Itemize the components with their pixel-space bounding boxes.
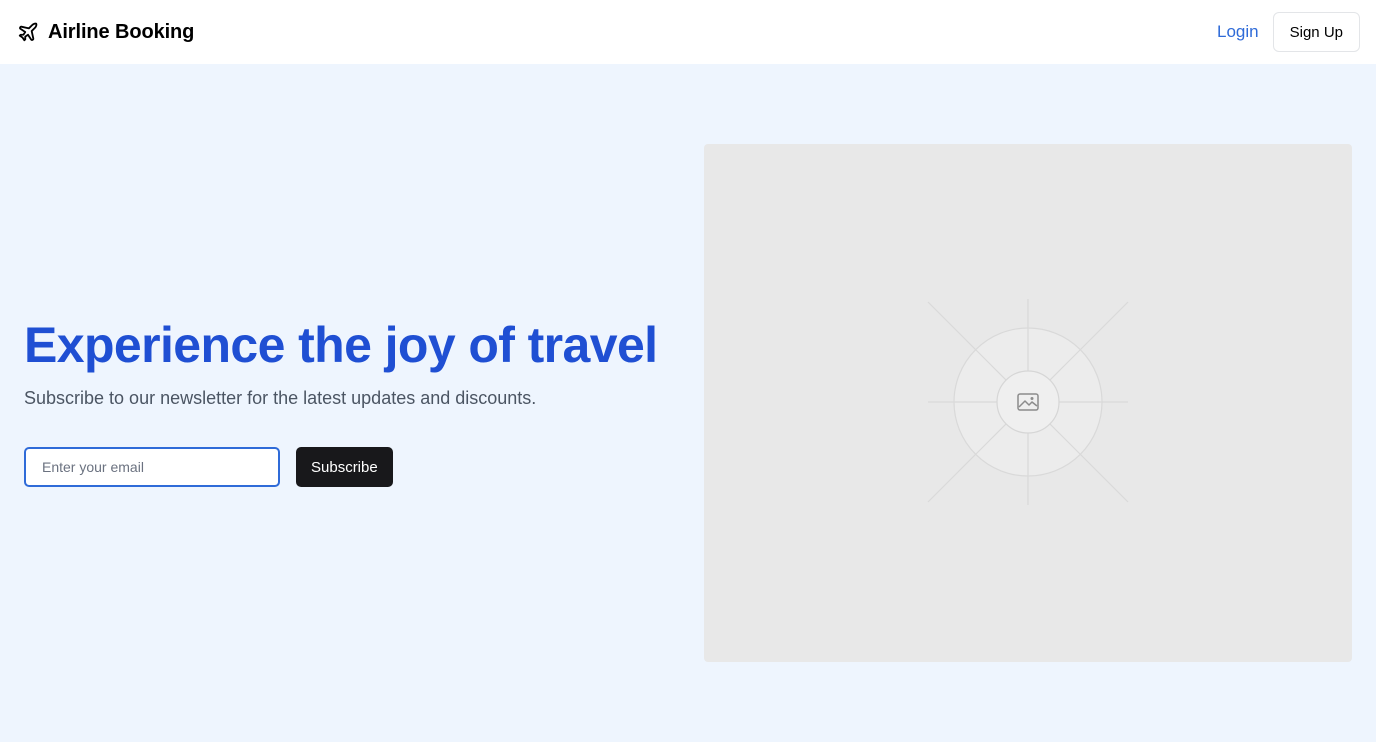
auth-nav: Login Sign Up (1217, 12, 1360, 52)
top-navbar: Airline Booking Login Sign Up (0, 0, 1376, 64)
newsletter-form: Subscribe (24, 447, 684, 487)
subscribe-button[interactable]: Subscribe (296, 447, 393, 487)
brand-logo-link[interactable]: Airline Booking (17, 21, 194, 44)
sign-up-button[interactable]: Sign Up (1272, 12, 1360, 52)
hero-content: Experience the joy of travel Subscribe t… (24, 316, 684, 487)
email-input[interactable] (24, 447, 280, 487)
brand-name: Airline Booking (48, 20, 195, 43)
plane-icon (18, 22, 38, 42)
hero-image-placeholder (704, 144, 1352, 662)
hero-title: Experience the joy of travel (24, 317, 658, 373)
login-link[interactable]: Login (1217, 22, 1259, 42)
image-placeholder-icon (1017, 393, 1039, 411)
hero-section: Experience the joy of travel Subscribe t… (0, 64, 1376, 742)
hero-subtitle: Subscribe to our newsletter for the late… (24, 388, 537, 408)
